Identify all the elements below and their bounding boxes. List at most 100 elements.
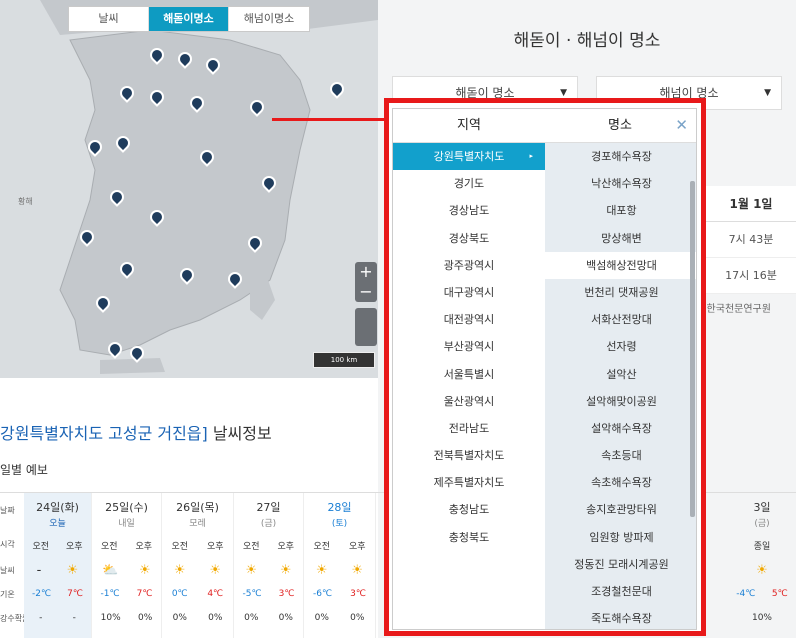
- data-source-note: : 한국천문연구원: [700, 304, 771, 315]
- region-item[interactable]: 대전광역시: [393, 306, 545, 333]
- region-item[interactable]: 서울특별시: [393, 361, 545, 388]
- high-temp: 4℃: [207, 589, 224, 599]
- zoom-out-button[interactable]: −: [355, 282, 377, 302]
- place-item[interactable]: 임원항 방파제: [545, 524, 696, 551]
- pm-label: 오후: [277, 542, 295, 552]
- map-marker[interactable]: [85, 137, 105, 158]
- map-marker[interactable]: [117, 83, 137, 104]
- row-label-weather: 날씨: [0, 566, 15, 575]
- map-marker[interactable]: [327, 79, 347, 100]
- am-label: 오전: [242, 542, 260, 552]
- map-marker[interactable]: [93, 293, 113, 314]
- place-list-scrollbar[interactable]: [690, 181, 695, 517]
- map-marker[interactable]: [247, 97, 267, 118]
- popup-header: 지역 명소 ✕: [393, 109, 696, 143]
- rain-pm: 0%: [138, 613, 153, 623]
- place-item[interactable]: 설악해수욕장: [545, 415, 696, 442]
- place-column-header: 명소: [608, 118, 632, 133]
- map-marker[interactable]: [147, 207, 167, 228]
- all-day-label: 종일: [753, 542, 771, 552]
- map-marker[interactable]: [127, 343, 147, 364]
- place-item[interactable]: 속초등대: [545, 442, 696, 469]
- forecast-day-sub: (금): [260, 519, 277, 529]
- map-marker[interactable]: [225, 269, 245, 290]
- forecast-date: 26일(목): [176, 501, 219, 514]
- region-item[interactable]: 울산광역시: [393, 388, 545, 415]
- tab-sunrise-spots[interactable]: 해돋이명소: [149, 7, 229, 31]
- pm-label: 오후: [348, 542, 366, 552]
- map-marker[interactable]: [107, 187, 127, 208]
- place-item[interactable]: 망상해변: [545, 225, 696, 252]
- zoom-control: + −: [355, 262, 377, 302]
- map-marker[interactable]: [147, 45, 167, 66]
- region-item[interactable]: 전라남도: [393, 415, 545, 442]
- place-item[interactable]: 경포해수욕장: [545, 143, 696, 170]
- place-item[interactable]: 설악해맞이공원: [545, 388, 696, 415]
- weather-title: 강원특별자치도 고성군 거진읍] 날씨정보: [0, 420, 272, 444]
- low-temp: -5℃: [242, 589, 262, 599]
- tab-sunset-spots[interactable]: 해넘이명소: [229, 7, 309, 31]
- place-item-highlighted[interactable]: 백섬해상전망대: [545, 251, 696, 279]
- forecast-date: 27일: [256, 501, 281, 514]
- date-header-cell: 1월 1일: [706, 186, 796, 222]
- rain-am: 0%: [244, 613, 259, 623]
- map-marker[interactable]: [117, 259, 137, 280]
- map-marker[interactable]: [105, 339, 125, 360]
- place-item[interactable]: 낙산해수욕장: [545, 170, 696, 197]
- rain-am: -: [39, 613, 43, 623]
- region-item[interactable]: 부산광역시: [393, 333, 545, 360]
- map-marker[interactable]: [203, 55, 223, 76]
- sunset-time-cell: 17시 16분: [706, 258, 796, 294]
- place-item[interactable]: 정동진 모래시계공원: [545, 551, 696, 578]
- place-item[interactable]: 서화산전망대: [545, 306, 696, 333]
- map-marker[interactable]: [245, 233, 265, 254]
- weather-location[interactable]: 강원특별자치도 고성군 거진읍]: [0, 424, 208, 443]
- place-item[interactable]: 조경철천문대: [545, 578, 696, 605]
- row-label-temp: 기온: [0, 590, 15, 599]
- high-temp: 7℃: [136, 589, 153, 599]
- sea-label: 황해: [18, 197, 33, 206]
- roadview-button[interactable]: [355, 308, 377, 346]
- region-item[interactable]: 전북특별자치도: [393, 442, 545, 469]
- low-temp: -1℃: [100, 589, 120, 599]
- region-item[interactable]: 경상북도: [393, 225, 545, 252]
- forecast-day-sub: 오늘: [49, 519, 66, 529]
- region-item[interactable]: 광주광역시: [393, 252, 545, 279]
- tab-weather[interactable]: 날씨: [69, 7, 149, 31]
- place-item[interactable]: 송지호관망타워: [545, 496, 696, 523]
- am-label: 오전: [32, 542, 50, 552]
- map-marker[interactable]: [177, 265, 197, 286]
- place-item[interactable]: 선자령: [545, 333, 696, 360]
- region-item[interactable]: 충청남도: [393, 496, 545, 523]
- place-item[interactable]: 속초해수욕장: [545, 469, 696, 496]
- map-marker[interactable]: [175, 49, 195, 70]
- rain-am: 0%: [172, 613, 187, 623]
- place-item[interactable]: 대포항: [545, 197, 696, 224]
- region-item[interactable]: 경기도: [393, 170, 545, 197]
- high-temp: 5℃: [771, 589, 788, 599]
- map-tab-group: 날씨 해돋이명소 해넘이명소: [68, 6, 310, 32]
- close-icon[interactable]: ✕: [675, 118, 688, 133]
- map-area[interactable]: 날씨 해돋이명소 해넘이명소 황해 + − 100 km: [0, 0, 378, 378]
- region-item[interactable]: 강원특별자치도 ▸: [393, 143, 545, 171]
- map-marker[interactable]: [77, 227, 97, 248]
- place-item[interactable]: 죽도해수욕장: [545, 605, 696, 629]
- place-item[interactable]: 설악산: [545, 361, 696, 388]
- region-item[interactable]: 대구광역시: [393, 279, 545, 306]
- zoom-in-button[interactable]: +: [355, 262, 377, 282]
- map-marker[interactable]: [147, 87, 167, 108]
- region-item[interactable]: 경상남도: [393, 197, 545, 224]
- annotation-arrow-line: [272, 118, 400, 121]
- region-item[interactable]: 제주특별자치도: [393, 469, 545, 496]
- map-marker[interactable]: [259, 173, 279, 194]
- map-marker[interactable]: [113, 133, 133, 154]
- am-label: 오전: [171, 542, 189, 552]
- region-item[interactable]: 충청북도: [393, 524, 545, 551]
- forecast-day: 25일(수) 내일 오전 오후 ⛅ ☀ -1℃ 7℃ 10% 0%: [92, 493, 162, 638]
- map-marker[interactable]: [187, 93, 207, 114]
- rain-pm: 0%: [208, 613, 223, 623]
- sun-icon: ☀: [209, 563, 222, 578]
- place-item[interactable]: 번천리 댓재공원: [545, 279, 696, 306]
- map-marker[interactable]: [197, 147, 217, 168]
- high-temp: 3℃: [350, 589, 366, 599]
